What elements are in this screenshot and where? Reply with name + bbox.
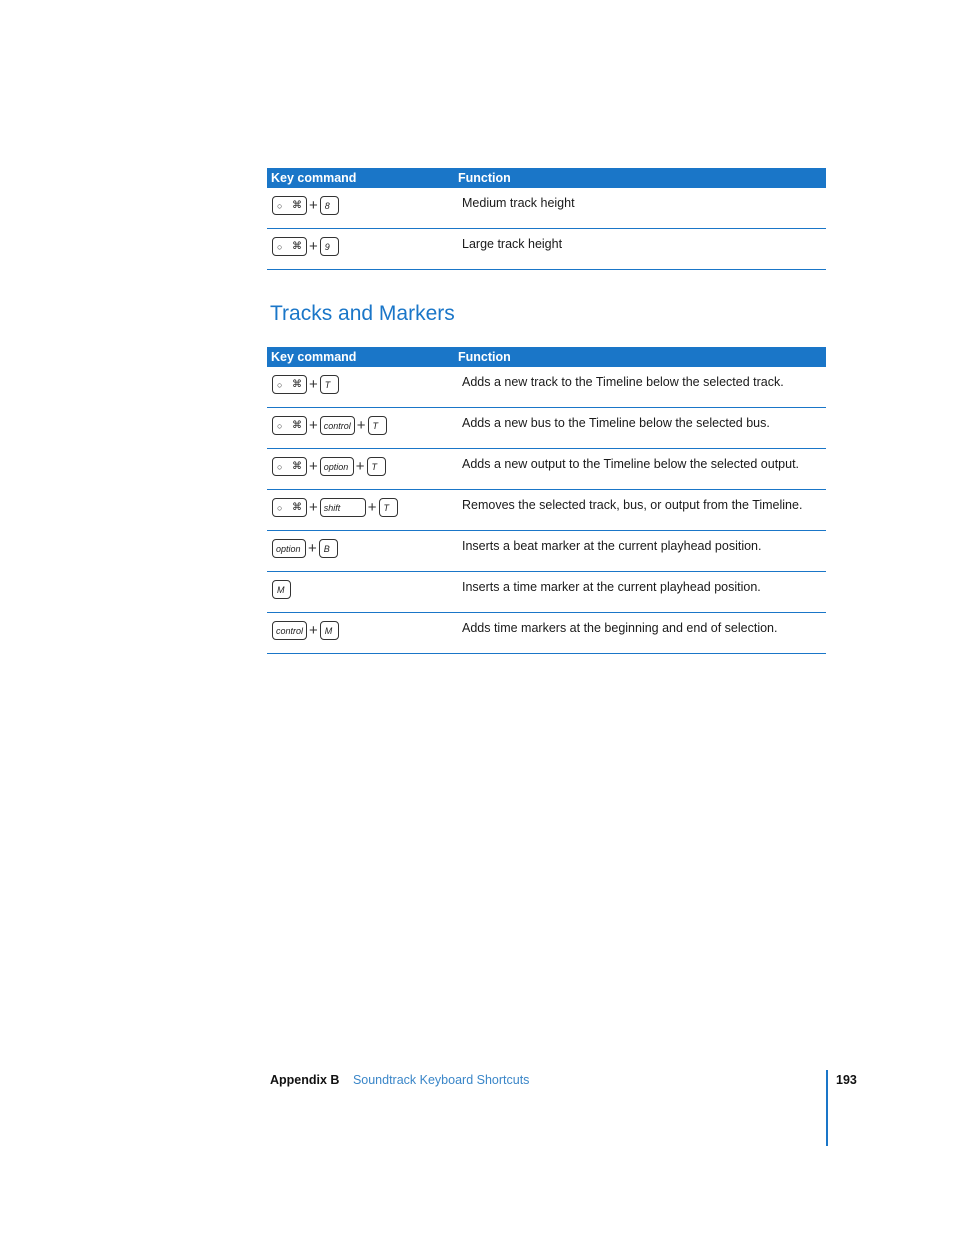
plus-sign: +: [356, 417, 366, 434]
function-description: Adds a new bus to the Timeline below the…: [462, 416, 770, 430]
footer-divider: [826, 1070, 828, 1146]
command-icon: ⌘: [292, 241, 302, 252]
apple-icon: ○: [277, 461, 283, 472]
function-description: Large track height: [462, 237, 563, 251]
table-row: ○ ⌘ + T Adds a new track to the Timeline bel…: [267, 367, 826, 408]
command-icon: ⌘: [292, 502, 302, 513]
plus-sign: +: [309, 622, 318, 639]
apple-icon: ○: [277, 200, 283, 211]
apple-icon: ○: [277, 379, 283, 390]
key-combination: ○ ⌘ +8: [267, 188, 462, 228]
section-title: Tracks and Markers: [270, 302, 455, 325]
m-key: M: [272, 580, 291, 599]
8-key: 8: [319, 196, 339, 215]
command-key: ○ ⌘: [272, 498, 307, 517]
t-key: T: [367, 416, 387, 435]
plus-sign: +: [309, 458, 318, 475]
header-key-command: Key command: [271, 171, 357, 185]
command-icon: ⌘: [292, 420, 302, 431]
table-row: ○ ⌘ + control + T Adds a new bus to the Timeli…: [267, 408, 826, 449]
t-key: T: [378, 498, 398, 517]
shortcut-table-track-height: Key command Function ○ ⌘ +8 Medium track heig…: [267, 168, 826, 270]
page-number: 193: [836, 1073, 857, 1087]
footer-breadcrumb: Appendix B Soundtrack Keyboard Shortcuts: [270, 1073, 529, 1087]
command-key: ○ ⌘: [272, 457, 307, 476]
command-icon: ⌘: [292, 461, 302, 472]
key-combination: ○ ⌘ +9: [267, 229, 462, 269]
plus-sign: +: [309, 238, 318, 255]
apple-icon: ○: [277, 420, 283, 431]
shortcut-table-tracks-markers: Key command Function ○ ⌘ + T Adds a new track …: [267, 347, 826, 654]
function-description: Adds a new output to the Timeline below …: [462, 457, 800, 471]
header-key-command: Key command: [271, 350, 357, 364]
command-icon: ⌘: [292, 379, 302, 390]
option-key: option: [272, 539, 306, 558]
table-row: ○ ⌘ + option + T Adds a new output to the Time…: [267, 449, 826, 490]
key-combination: ○ ⌘ + option + T: [267, 449, 462, 489]
key-combination: option + B: [267, 531, 462, 571]
chapter-link[interactable]: Soundtrack Keyboard Shortcuts: [353, 1073, 530, 1087]
plus-sign: +: [309, 197, 318, 214]
table-header: Key command Function: [267, 168, 826, 188]
key-combination: ○ ⌘ + shift + T: [267, 490, 462, 530]
appendix-label: Appendix B: [270, 1073, 340, 1087]
function-description: Inserts a time marker at the current pla…: [462, 580, 761, 594]
t-key: T: [366, 457, 386, 476]
b-key: B: [318, 539, 338, 558]
table-row: ○ ⌘ +9 Large track height: [267, 229, 826, 270]
command-key: ○ ⌘: [272, 416, 307, 435]
control-key: control: [319, 416, 355, 435]
function-description: Medium track height: [462, 196, 575, 210]
key-combination: ○ ⌘ + T: [267, 367, 462, 407]
function-description: Adds a new track to the Timeline below t…: [462, 375, 784, 389]
control-key: control: [272, 621, 308, 640]
plus-sign: +: [355, 458, 365, 475]
table-row: option + B Inserts a beat marker at the cur…: [267, 531, 826, 572]
command-key: ○ ⌘: [272, 196, 307, 215]
function-description: Inserts a beat marker at the current pla…: [462, 539, 762, 553]
plus-sign: +: [309, 376, 318, 393]
command-key: ○ ⌘: [272, 375, 307, 394]
command-icon: ⌘: [292, 200, 302, 211]
plus-sign: +: [367, 499, 377, 516]
apple-icon: ○: [277, 241, 283, 252]
function-description: Adds time markers at the beginning and e…: [462, 621, 778, 635]
plus-sign: +: [308, 540, 317, 557]
function-description: Removes the selected track, bus, or outp…: [462, 498, 803, 512]
command-key: ○ ⌘: [272, 237, 307, 256]
m-key: M: [319, 621, 339, 640]
apple-icon: ○: [277, 502, 283, 513]
header-function: Function: [458, 171, 511, 185]
header-function: Function: [458, 350, 511, 364]
table-row: control + M Adds time markers at the beginn…: [267, 613, 826, 654]
table-row: ○ ⌘ +8 Medium track height: [267, 188, 826, 229]
key-combination: control + M: [267, 613, 462, 653]
plus-sign: +: [309, 417, 318, 434]
option-key: option: [319, 457, 354, 476]
shift-key: shift: [319, 498, 366, 517]
key-combination: ○ ⌘ + control + T: [267, 408, 462, 448]
9-key: 9: [319, 237, 339, 256]
key-combination: M: [267, 572, 462, 612]
t-key: T: [319, 375, 339, 394]
plus-sign: +: [309, 499, 318, 516]
table-header: Key command Function: [267, 347, 826, 367]
table-row: ○ ⌘ + shift + T Removes the selected track, bu…: [267, 490, 826, 531]
table-row: M Inserts a time marker at the current pl…: [267, 572, 826, 613]
